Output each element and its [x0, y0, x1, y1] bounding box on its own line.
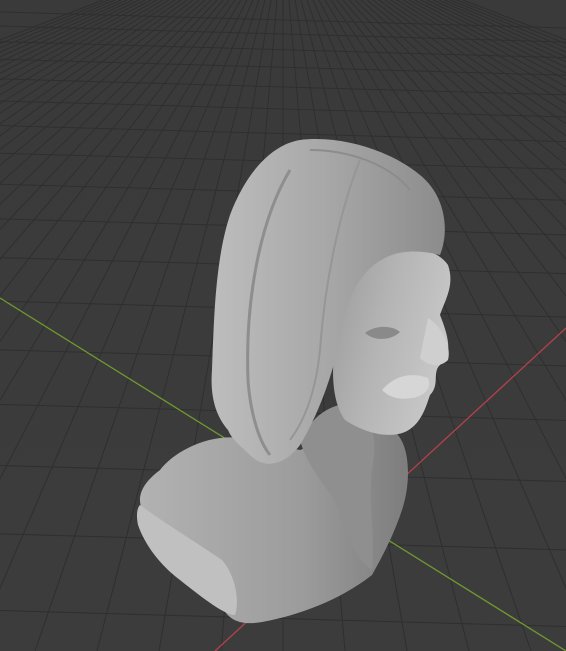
viewport-canvas[interactable] — [0, 0, 566, 651]
3d-viewport[interactable] — [0, 0, 566, 651]
